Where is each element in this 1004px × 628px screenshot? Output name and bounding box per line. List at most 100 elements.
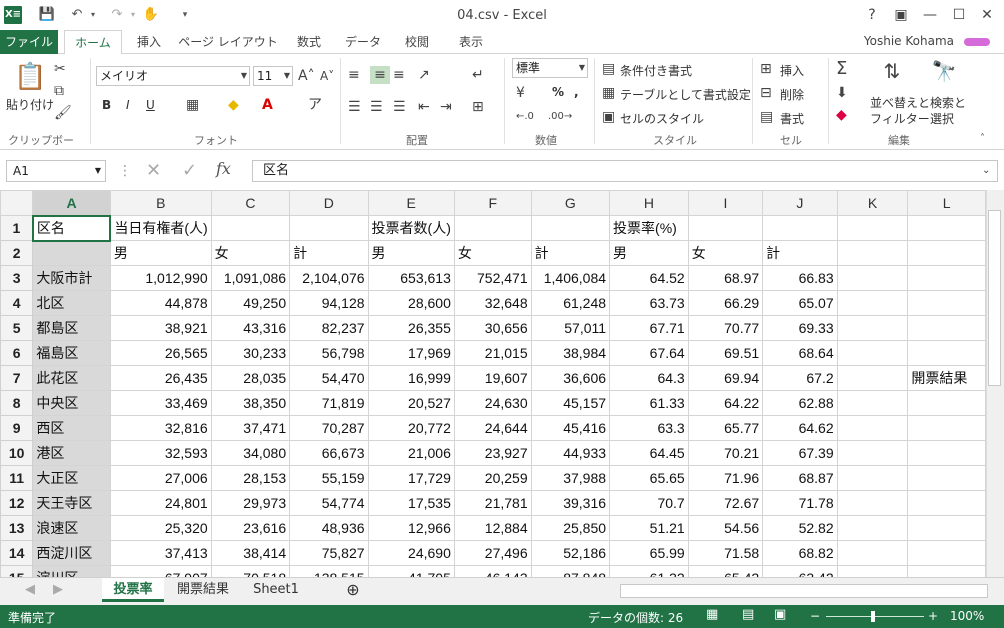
cell[interactable]: 1,091,086: [210, 265, 291, 291]
row-header[interactable]: 8: [0, 390, 34, 416]
cell-styles-icon[interactable]: ▣: [602, 108, 615, 126]
cell[interactable]: 投票者数(人): [367, 215, 455, 241]
vertical-scroll-thumb[interactable]: [988, 210, 1001, 386]
wrap-text-icon[interactable]: ↵: [472, 66, 484, 84]
cell[interactable]: [907, 315, 986, 341]
select-all-corner[interactable]: [0, 190, 34, 216]
sort-filter-icon[interactable]: ⇅: [878, 61, 906, 81]
cell[interactable]: 17,969: [367, 340, 455, 366]
zoom-slider-thumb[interactable]: [871, 611, 875, 622]
cell[interactable]: 16,999: [367, 365, 455, 391]
column-header[interactable]: E: [367, 190, 455, 216]
cell[interactable]: 68.87: [762, 465, 838, 491]
cell[interactable]: 70,518: [210, 565, 291, 577]
cell[interactable]: 82,237: [289, 315, 369, 341]
column-header[interactable]: C: [210, 190, 291, 216]
cell[interactable]: [907, 390, 986, 416]
cell[interactable]: 138,515: [289, 565, 369, 577]
cell[interactable]: 23,616: [210, 515, 291, 541]
conditional-format-button[interactable]: 条件付き書式: [620, 62, 692, 79]
decrease-font-icon[interactable]: A˅: [320, 67, 334, 85]
zoom-out-icon[interactable]: −: [810, 609, 820, 623]
cell[interactable]: 46,143: [453, 565, 532, 577]
cell[interactable]: 44,933: [530, 440, 611, 466]
align-left-icon[interactable]: ☰: [348, 98, 361, 116]
cell[interactable]: 36,606: [530, 365, 611, 391]
cell[interactable]: 淀川区: [32, 565, 111, 577]
find-select-button-line2[interactable]: 選択: [930, 110, 954, 127]
format-as-table-icon[interactable]: ▦: [602, 84, 615, 102]
cell[interactable]: 福島区: [32, 340, 111, 366]
decrease-indent-icon[interactable]: ⇤: [418, 98, 430, 116]
format-cells-button[interactable]: 書式: [780, 110, 804, 127]
cell[interactable]: [907, 415, 986, 441]
column-header[interactable]: D: [289, 190, 369, 216]
sort-filter-button[interactable]: 並べ替えと: [870, 94, 930, 111]
cell[interactable]: 大阪市計: [32, 265, 111, 291]
increase-indent-icon[interactable]: ⇥: [440, 98, 452, 116]
cell[interactable]: 52,186: [530, 540, 611, 566]
cell[interactable]: 51.21: [609, 515, 689, 541]
cell[interactable]: 69.51: [687, 340, 764, 366]
name-box[interactable]: A1 ▼: [6, 160, 106, 182]
sheet-tab-sheet1[interactable]: Sheet1: [244, 578, 308, 602]
cell[interactable]: 38,984: [530, 340, 611, 366]
prev-sheet-icon[interactable]: ◀: [22, 578, 38, 602]
format-cells-icon[interactable]: ▤: [760, 108, 773, 126]
cell[interactable]: 20,527: [367, 390, 455, 416]
cell[interactable]: 65.42: [687, 565, 764, 577]
cell[interactable]: 37,413: [109, 540, 212, 566]
cell[interactable]: [836, 365, 909, 391]
cell[interactable]: 54,774: [289, 490, 369, 516]
cell[interactable]: 64.52: [609, 265, 689, 291]
cell[interactable]: [907, 340, 986, 366]
horizontal-scrollbar[interactable]: [620, 584, 988, 598]
cell[interactable]: 66.29: [687, 290, 764, 316]
cell[interactable]: 43,316: [210, 315, 291, 341]
align-right-icon[interactable]: ☰: [393, 98, 406, 116]
cell[interactable]: [836, 340, 909, 366]
cell[interactable]: [836, 215, 909, 241]
cell[interactable]: [836, 565, 909, 577]
cell[interactable]: 当日有権者(人): [109, 215, 212, 241]
cell[interactable]: [530, 215, 611, 241]
copy-icon[interactable]: ⧉: [54, 82, 64, 100]
cell[interactable]: [289, 215, 369, 241]
cell[interactable]: 中央区: [32, 390, 111, 416]
formula-input[interactable]: 区名: [252, 160, 998, 182]
currency-icon[interactable]: ¥: [516, 84, 525, 102]
cell[interactable]: [907, 440, 986, 466]
cell[interactable]: [907, 215, 986, 241]
tab-home[interactable]: ホーム: [64, 30, 122, 55]
font-name-select[interactable]: メイリオ ▼: [96, 66, 250, 86]
cell[interactable]: [907, 290, 986, 316]
format-painter-icon[interactable]: 🖌: [54, 104, 72, 122]
number-format-select[interactable]: 標準 ▼: [512, 58, 588, 78]
cell[interactable]: 21,006: [367, 440, 455, 466]
zoom-slider[interactable]: [826, 616, 924, 617]
row-header[interactable]: 2: [0, 240, 34, 266]
cell[interactable]: 71,819: [289, 390, 369, 416]
cell[interactable]: 48,936: [289, 515, 369, 541]
cell[interactable]: 男: [609, 240, 689, 266]
cell[interactable]: 44,878: [109, 290, 212, 316]
cell[interactable]: [836, 490, 909, 516]
cell[interactable]: 計: [289, 240, 369, 266]
row-header[interactable]: 12: [0, 490, 34, 516]
cell[interactable]: [762, 215, 838, 241]
cell[interactable]: 75,827: [289, 540, 369, 566]
cell[interactable]: 都島区: [32, 315, 111, 341]
cell[interactable]: 52.82: [762, 515, 838, 541]
row-header[interactable]: 11: [0, 465, 34, 491]
cell[interactable]: 38,350: [210, 390, 291, 416]
row-header[interactable]: 4: [0, 290, 34, 316]
cell[interactable]: 62.88: [762, 390, 838, 416]
help-icon[interactable]: ?: [860, 4, 884, 26]
cell[interactable]: 24,630: [453, 390, 532, 416]
autosum-icon[interactable]: Σ: [836, 60, 847, 78]
cell[interactable]: 32,593: [109, 440, 212, 466]
cell[interactable]: 94,128: [289, 290, 369, 316]
normal-view-icon[interactable]: ▦: [706, 607, 718, 622]
row-header[interactable]: 7: [0, 365, 34, 391]
align-center-icon[interactable]: ☰: [370, 98, 383, 116]
